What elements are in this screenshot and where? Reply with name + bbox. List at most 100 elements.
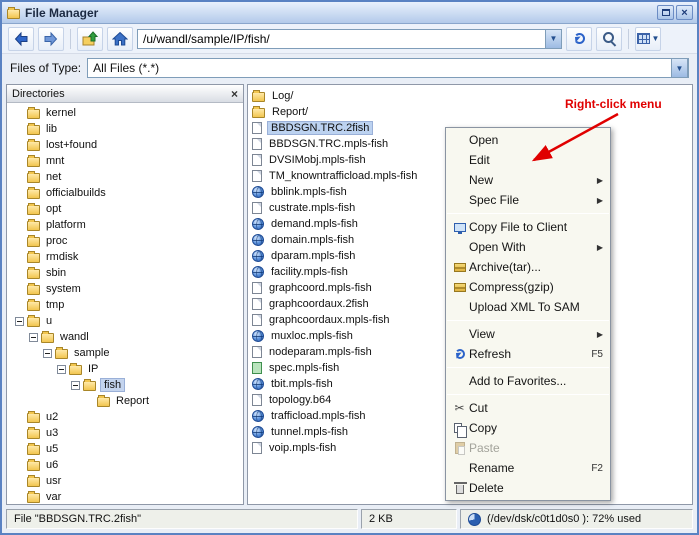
menu-item[interactable]: Open bbox=[446, 130, 610, 150]
globe-icon bbox=[252, 266, 264, 278]
menu-item[interactable]: Spec File bbox=[446, 190, 610, 210]
view-mode-button[interactable] bbox=[635, 27, 661, 51]
tree-item[interactable]: mnt bbox=[7, 153, 243, 169]
close-button[interactable] bbox=[676, 5, 693, 20]
chevron-down-icon bbox=[652, 34, 660, 43]
file-name: topology.b64 bbox=[267, 394, 333, 406]
file-name: muxloc.mpls-fish bbox=[269, 330, 355, 342]
menu-item[interactable]: Edit bbox=[446, 150, 610, 170]
tree-item-label: Report bbox=[114, 395, 151, 407]
tree-item[interactable]: u6 bbox=[7, 457, 243, 473]
menu-item[interactable]: Copy File to Client bbox=[446, 217, 610, 237]
folder-icon bbox=[69, 365, 82, 375]
menu-item[interactable]: Upload XML To SAM bbox=[446, 297, 610, 317]
home-button[interactable] bbox=[107, 27, 133, 51]
menu-item[interactable]: Add to Favorites... bbox=[446, 371, 610, 391]
tree-item-label: var bbox=[44, 491, 63, 503]
tree-item[interactable]: u bbox=[7, 313, 243, 329]
tree-item[interactable]: platform bbox=[7, 217, 243, 233]
close-directories-button[interactable] bbox=[231, 88, 238, 100]
cut-icon bbox=[454, 401, 464, 415]
status-disk-text: (/dev/dsk/c0t1d0s0 ): 72% used bbox=[487, 513, 641, 525]
archive-icon bbox=[450, 263, 469, 272]
tree-item[interactable]: net bbox=[7, 169, 243, 185]
tree-item[interactable]: system bbox=[7, 281, 243, 297]
tree-item[interactable]: sample bbox=[7, 345, 243, 361]
tree-item[interactable]: usr bbox=[7, 473, 243, 489]
menu-item[interactable]: Compress(gzip) bbox=[446, 277, 610, 297]
folder-icon bbox=[252, 108, 265, 118]
tree-item[interactable]: officialbuilds bbox=[7, 185, 243, 201]
menu-item[interactable]: Delete bbox=[446, 478, 610, 498]
tree-item-label: usr bbox=[44, 475, 63, 487]
tree-item[interactable]: wandl bbox=[7, 329, 243, 345]
file-name: Report/ bbox=[270, 106, 310, 118]
file-name: dparam.mpls-fish bbox=[269, 250, 357, 262]
forward-button[interactable] bbox=[38, 27, 64, 51]
menu-item: Paste bbox=[446, 438, 610, 458]
tree-item[interactable]: lost+found bbox=[7, 137, 243, 153]
collapse-toggle-icon[interactable] bbox=[15, 317, 24, 326]
collapse-toggle-icon[interactable] bbox=[57, 365, 66, 374]
tree-item[interactable]: lib bbox=[7, 121, 243, 137]
tree-item[interactable]: opt bbox=[7, 201, 243, 217]
tree-item[interactable]: var bbox=[7, 489, 243, 504]
collapse-toggle-icon[interactable] bbox=[29, 333, 38, 342]
back-button[interactable] bbox=[8, 27, 34, 51]
tree-item[interactable]: u3 bbox=[7, 425, 243, 441]
tree-item[interactable]: proc bbox=[7, 233, 243, 249]
menu-item-label: Open With bbox=[469, 240, 589, 254]
collapse-toggle-icon[interactable] bbox=[71, 381, 80, 390]
menu-item[interactable]: Cut bbox=[446, 398, 610, 418]
address-bar bbox=[137, 29, 562, 49]
up-folder-icon bbox=[82, 31, 98, 47]
menu-item[interactable]: Open With bbox=[446, 237, 610, 257]
menu-item[interactable]: View bbox=[446, 324, 610, 344]
folder-icon bbox=[55, 349, 68, 359]
menu-item[interactable]: Archive(tar)... bbox=[446, 257, 610, 277]
file-type-combo[interactable]: All Files (*.*) bbox=[87, 58, 689, 78]
forward-icon bbox=[43, 31, 59, 47]
file-name: spec.mpls-fish bbox=[267, 362, 341, 374]
collapse-toggle-icon[interactable] bbox=[43, 349, 52, 358]
folder-icon bbox=[27, 461, 40, 471]
address-input[interactable] bbox=[137, 29, 545, 49]
folder-icon bbox=[27, 269, 40, 279]
search-button[interactable] bbox=[596, 27, 622, 51]
tree-item[interactable]: sbin bbox=[7, 265, 243, 281]
tree-item[interactable]: IP bbox=[7, 361, 243, 377]
status-file: File "BBDSGN.TRC.2fish" bbox=[6, 509, 358, 529]
tree-item[interactable]: u2 bbox=[7, 409, 243, 425]
menu-item-label: New bbox=[469, 173, 589, 187]
file-name: nodeparam.mpls-fish bbox=[267, 346, 374, 358]
file-icon bbox=[252, 282, 262, 294]
folder-icon bbox=[27, 157, 40, 167]
file-type-dropdown-button[interactable] bbox=[671, 58, 688, 78]
address-dropdown-button[interactable] bbox=[545, 29, 562, 49]
menu-item[interactable]: RefreshF5 bbox=[446, 344, 610, 364]
tree-item[interactable]: u5 bbox=[7, 441, 243, 457]
up-directory-button[interactable] bbox=[77, 27, 103, 51]
folder-icon bbox=[27, 429, 40, 439]
menu-item[interactable]: RenameF2 bbox=[446, 458, 610, 478]
directories-panel: Directories kernelliblost+foundmntnetoff… bbox=[6, 84, 244, 505]
tree-item-label: IP bbox=[86, 363, 100, 375]
menu-item-label: View bbox=[469, 327, 589, 341]
expander-slot bbox=[29, 333, 41, 342]
titlebar: File Manager bbox=[2, 2, 697, 24]
disk-usage-pie-icon bbox=[468, 513, 481, 526]
tree-item[interactable]: tmp bbox=[7, 297, 243, 313]
menu-item[interactable]: Copy bbox=[446, 418, 610, 438]
folder-icon bbox=[27, 445, 40, 455]
menu-separator bbox=[447, 367, 609, 368]
file-manager-window: File Manager bbox=[0, 0, 699, 535]
tree-item[interactable]: rmdisk bbox=[7, 249, 243, 265]
back-icon bbox=[13, 31, 29, 47]
refresh-button[interactable] bbox=[566, 27, 592, 51]
tree-item[interactable]: fish bbox=[7, 377, 243, 393]
menu-item[interactable]: New bbox=[446, 170, 610, 190]
file-name: DVSIMobj.mpls-fish bbox=[267, 154, 368, 166]
tree-item[interactable]: kernel bbox=[7, 105, 243, 121]
maximize-button[interactable] bbox=[657, 5, 674, 20]
tree-item[interactable]: Report bbox=[7, 393, 243, 409]
